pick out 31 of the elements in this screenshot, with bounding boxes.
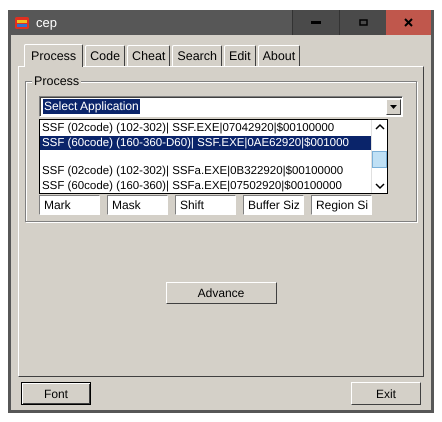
tab[interactable]: About — [258, 45, 300, 66]
window-title: cep — [36, 14, 57, 32]
advance-button[interactable]: Advance — [166, 282, 276, 304]
group-label: Process — [32, 74, 82, 88]
maximize-icon — [358, 19, 368, 26]
list-item[interactable]: SSF (02code) (102-302)| SSFa.EXE|0B322920|$00100000 — [40, 164, 371, 178]
caret-icon — [390, 104, 397, 108]
app-icon — [14, 14, 30, 30]
scroll-thumb[interactable] — [372, 151, 387, 168]
input-field[interactable]: Mask — [107, 195, 168, 215]
minimize-icon — [311, 21, 321, 24]
input-field[interactable]: Shift — [175, 195, 236, 215]
input-field[interactable]: Mark — [39, 195, 100, 215]
font-button[interactable]: Font — [21, 382, 91, 405]
list-item[interactable]: SSF (60code) (160-360-D60)| SSF.EXE|0AE62920|$001000 — [40, 136, 371, 150]
application-combo[interactable]: Select Application — [39, 96, 403, 117]
tab[interactable]: Edit — [224, 45, 256, 66]
close-icon — [404, 18, 413, 27]
input-field[interactable]: Buffer Siz — [243, 195, 304, 215]
input-field[interactable]: Region Si — [311, 195, 372, 215]
combo-value: Select Application — [43, 99, 140, 114]
scrollbar[interactable] — [371, 120, 387, 193]
exit-button[interactable]: Exit — [351, 382, 421, 405]
tab[interactable]: Process — [24, 44, 84, 67]
close-button[interactable] — [386, 10, 431, 35]
combo-arrow-button[interactable] — [386, 98, 401, 114]
tab[interactable]: Code — [85, 45, 126, 66]
list-item[interactable]: SSF (60code) (160-360)| SSFa.EXE|07502920|$00100000 — [40, 178, 371, 193]
list-item[interactable]: SSF (02code) (102-302)| SSF.EXE|07042920|$00100000 — [40, 121, 371, 136]
tab[interactable]: Search — [172, 45, 222, 66]
tab[interactable]: Cheat — [127, 45, 170, 66]
